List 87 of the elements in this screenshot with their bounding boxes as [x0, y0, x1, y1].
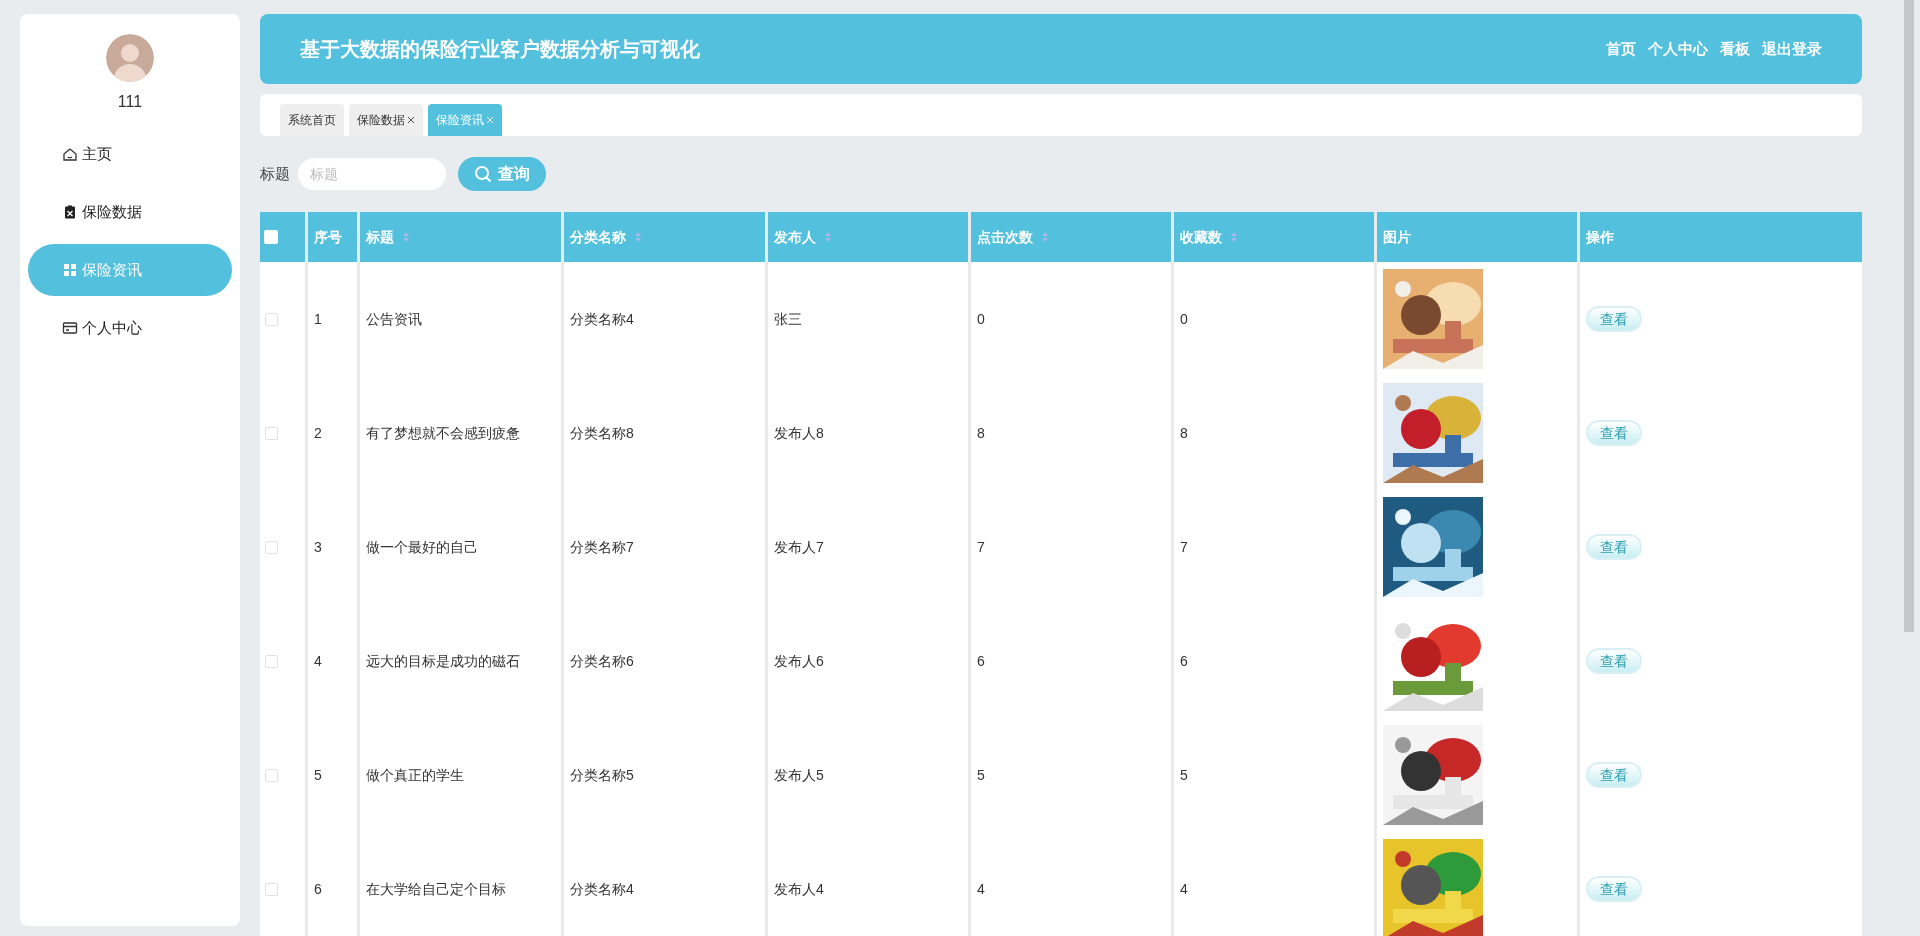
table-cell-text: 2 — [314, 423, 322, 443]
table-cell-text: 5 — [314, 765, 322, 785]
scrollbar[interactable] — [1904, 0, 1914, 632]
checkbox[interactable] — [265, 654, 278, 668]
checkbox[interactable] — [265, 426, 278, 440]
table-cell-text: 5 — [977, 765, 985, 785]
table-cell-text: 发布人8 — [774, 423, 824, 443]
table-cell-text: 5 — [1180, 765, 1188, 785]
search-icon — [474, 165, 492, 183]
table-cell-text: 4 — [314, 651, 322, 671]
checkbox[interactable] — [265, 768, 278, 782]
table-cell-text: 6 — [977, 651, 985, 671]
table-cell-text: 8 — [1180, 423, 1188, 443]
card-icon — [62, 320, 78, 336]
column-header[interactable]: 分类名称 — [564, 212, 765, 262]
sort-icon — [1041, 231, 1049, 243]
table-cell-text: 4 — [1180, 879, 1188, 899]
table-cell-text: 发布人7 — [774, 537, 824, 557]
table-cell-text: 分类名称4 — [570, 309, 634, 329]
checkbox[interactable] — [265, 540, 278, 554]
grid-icon — [62, 262, 78, 278]
sort-icon — [402, 231, 410, 243]
table-cell-text: 7 — [977, 537, 985, 557]
table-cell-text: 6 — [1180, 651, 1188, 671]
table-cell-text: 发布人5 — [774, 765, 824, 785]
app-title: 基于大数据的保险行业客户数据分析与可视化 — [300, 37, 700, 62]
checkbox[interactable] — [265, 312, 278, 326]
column-header: 图片 — [1377, 212, 1577, 262]
nav-link[interactable]: 退出登录 — [1762, 37, 1822, 61]
table-cell-text: 分类名称5 — [570, 765, 634, 785]
table-cell-text: 0 — [1180, 309, 1188, 329]
home-icon — [62, 146, 78, 162]
search-field[interactable]: 标题 — [298, 158, 446, 190]
sidebar-item[interactable]: 保险数据 — [28, 186, 232, 238]
table-cell-text: 0 — [977, 309, 985, 329]
user-name: 111 — [117, 92, 143, 112]
table-cell-text: 张三 — [774, 309, 802, 329]
sort-icon — [824, 231, 832, 243]
table-cell-text: 分类名称6 — [570, 651, 634, 671]
search-button[interactable]: 查询 — [458, 157, 546, 191]
view-button[interactable]: 查看 — [1586, 306, 1642, 332]
view-button[interactable]: 查看 — [1586, 876, 1642, 902]
view-button[interactable]: 查看 — [1586, 762, 1642, 788]
view-button[interactable]: 查看 — [1586, 420, 1642, 446]
checkbox[interactable] — [264, 230, 278, 244]
nav-link[interactable]: 看板 — [1720, 37, 1750, 61]
close-icon — [486, 116, 494, 124]
table-cell-text: 有了梦想就不会感到疲惫 — [366, 423, 520, 443]
column-header[interactable]: 发布人 — [768, 212, 968, 262]
column-header[interactable]: 收藏数 — [1174, 212, 1374, 262]
table-cell-text: 7 — [1180, 537, 1188, 557]
table-cell-text: 6 — [314, 879, 322, 899]
sort-icon — [1230, 231, 1238, 243]
sidebar-item[interactable]: 保险资讯 — [28, 244, 232, 296]
table-cell-text: 8 — [977, 423, 985, 443]
close-icon — [407, 116, 415, 124]
table-cell-text: 发布人6 — [774, 651, 824, 671]
clipboard-icon — [62, 204, 78, 220]
table-cell-text: 做个真正的学生 — [366, 765, 464, 785]
avatar-icon — [106, 34, 154, 82]
table-cell-text: 做一个最好的自己 — [366, 537, 478, 557]
tab[interactable]: 保险资讯 — [428, 104, 502, 136]
table-cell-text: 发布人4 — [774, 879, 824, 899]
nav-link[interactable]: 首页 — [1606, 37, 1636, 61]
tab[interactable]: 系统首页 — [280, 104, 344, 136]
column-header: 序号 — [308, 212, 357, 262]
table-cell-text: 4 — [977, 879, 985, 899]
column-header[interactable]: 标题 — [360, 212, 561, 262]
sort-icon — [634, 231, 642, 243]
table-cell-text: 1 — [314, 309, 322, 329]
table-cell-text: 分类名称8 — [570, 423, 634, 443]
table-cell-text: 远大的目标是成功的磁石 — [366, 651, 520, 671]
nav-link[interactable]: 个人中心 — [1648, 37, 1708, 61]
tab[interactable]: 保险数据 — [349, 104, 423, 136]
search-label: 标题 — [260, 163, 290, 184]
table-cell-text: 分类名称7 — [570, 537, 634, 557]
checkbox[interactable] — [265, 882, 278, 896]
sidebar-item[interactable]: 个人中心 — [28, 302, 232, 354]
table-cell-text: 分类名称4 — [570, 879, 634, 899]
sidebar-item[interactable]: 主页 — [28, 128, 232, 180]
table-cell-text: 公告资讯 — [366, 309, 422, 329]
column-header[interactable]: 点击次数 — [971, 212, 1171, 262]
view-button[interactable]: 查看 — [1586, 534, 1642, 560]
table-cell-text: 在大学给自己定个目标 — [366, 879, 506, 899]
table-cell-text: 3 — [314, 537, 322, 557]
column-header: 操作 — [1580, 212, 1862, 262]
view-button[interactable]: 查看 — [1586, 648, 1642, 674]
